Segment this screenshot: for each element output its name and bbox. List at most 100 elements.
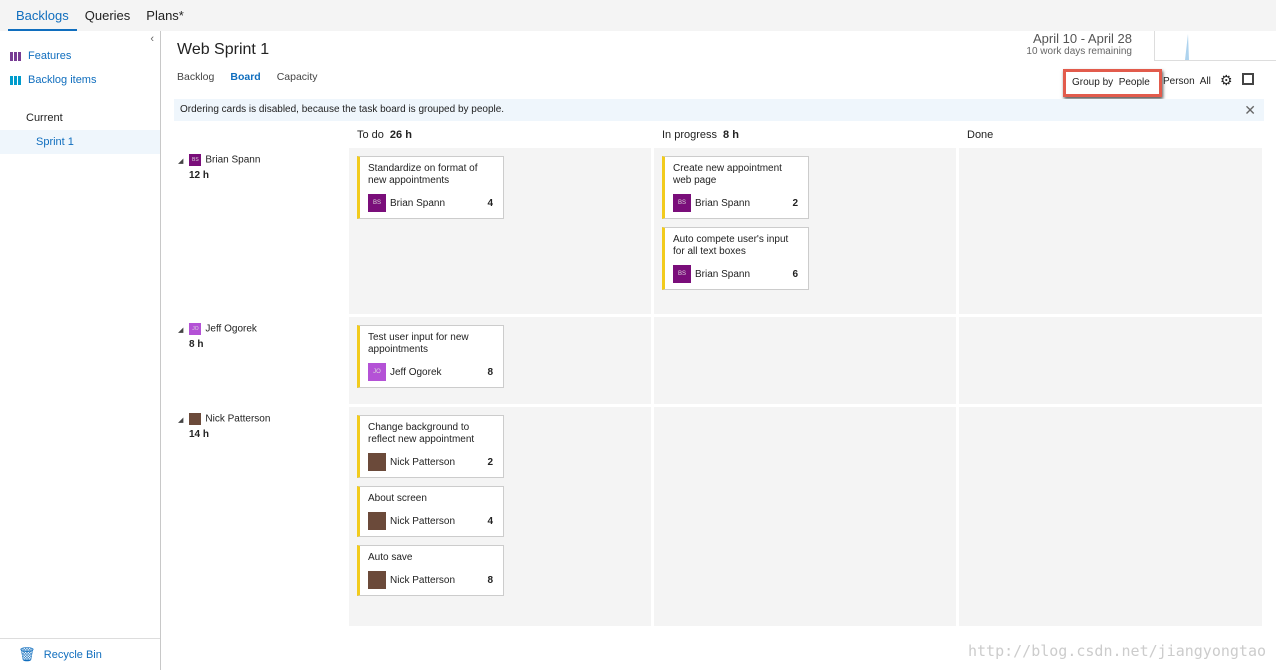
expand-triangle-icon[interactable]: ◢ — [178, 327, 183, 334]
close-icon[interactable]: ✕ — [1244, 99, 1256, 121]
card-owner: Nick Patterson — [390, 515, 456, 527]
days-remaining: 10 work days remaining — [1026, 46, 1132, 57]
sidebar-item-features[interactable]: Features — [0, 44, 160, 68]
card-footer: BS Brian Spann 6 — [673, 265, 800, 283]
group-by-dropdown[interactable]: Group by People — [1063, 69, 1162, 97]
lane-title[interactable]: ◢ Nick Patterson — [178, 413, 270, 425]
card-title: About screen — [368, 493, 427, 504]
avatar — [368, 512, 386, 530]
board-cell: Create new appointment web page BS Brian S… — [654, 148, 956, 314]
card-footer: Nick Patterson 2 — [368, 453, 495, 471]
card-owner: Jeff Ogorek — [390, 366, 442, 378]
card-title: Change background to reflect new appoint… — [368, 422, 475, 445]
task-card[interactable]: Create new appointment web page BS Brian S… — [662, 156, 809, 219]
task-card[interactable]: Change background to reflect new appoint… — [357, 415, 504, 478]
card-owner: Nick Patterson — [390, 574, 456, 586]
person-label: Person — [1163, 76, 1195, 87]
lane-title[interactable]: ◢ JO Jeff Ogorek — [178, 323, 257, 335]
sprint-dates: April 10 - April 28 10 work days remaini… — [1026, 31, 1132, 57]
board-cell — [654, 317, 956, 404]
watermark: http://blog.csdn.net/jiangyongtao — [967, 642, 1266, 660]
column-name: In progress — [662, 129, 718, 141]
sidebar: ‹ Features Backlog items Current Sprint … — [0, 31, 161, 670]
swimlane-header: ◢ JO Jeff Ogorek 8 h — [178, 323, 257, 350]
collapse-chevron-icon[interactable]: ‹ — [150, 33, 154, 45]
group-by-value: People — [1118, 77, 1150, 88]
expand-triangle-icon[interactable]: ◢ — [178, 417, 183, 424]
remaining-work: 8 — [487, 574, 493, 586]
card-title: Standardize on format of new appointment… — [368, 163, 478, 186]
board-cell — [959, 407, 1262, 626]
lane-name: Brian Spann — [205, 154, 261, 166]
column-header: Done — [967, 129, 999, 141]
recycle-bin-icon: 🗑 — [18, 646, 36, 662]
column-header: In progress 8 h — [662, 129, 739, 141]
board-cell: Standardize on format of new appointment… — [349, 148, 651, 314]
avatar: BS — [368, 194, 386, 212]
person-value: All — [1199, 76, 1211, 87]
board-cell: Test user input for new appointments JO Je… — [349, 317, 651, 404]
info-banner: Ordering cards is disabled, because the … — [174, 99, 1264, 121]
card-title: Auto save — [368, 552, 413, 563]
tab-queries[interactable]: Queries — [77, 0, 139, 31]
task-card[interactable]: About screen Nick Patterson 4 — [357, 486, 504, 537]
card-footer: Nick Patterson 4 — [368, 512, 495, 530]
column-name: Done — [967, 129, 994, 141]
column-hours: 26 h — [389, 129, 412, 141]
sidebar-item-label: Backlog items — [28, 74, 97, 86]
board-cell: Change background to reflect new appoint… — [349, 407, 651, 626]
task-card[interactable]: Test user input for new appointments JO Je… — [357, 325, 504, 388]
burndown-thumbnail[interactable] — [1154, 31, 1276, 61]
lane-hours: 14 h — [189, 429, 210, 440]
task-card[interactable]: Standardize on format of new appointment… — [357, 156, 504, 219]
card-footer: BS Brian Spann 2 — [673, 194, 800, 212]
remaining-work: 4 — [487, 515, 493, 527]
swimlane-header: ◢ BS Brian Spann 12 h — [178, 154, 260, 181]
remaining-work: 2 — [487, 456, 493, 468]
sidebar-item-label: Features — [28, 50, 72, 62]
remaining-work: 2 — [792, 197, 798, 209]
tab-plans[interactable]: Plans* — [138, 0, 192, 31]
features-icon — [10, 51, 22, 61]
sidebar-item-sprint-1[interactable]: Sprint 1 — [0, 130, 160, 154]
fullscreen-icon[interactable] — [1242, 73, 1254, 85]
card-footer: JO Jeff Ogorek 8 — [368, 363, 495, 381]
card-owner: Brian Spann — [390, 197, 446, 209]
sidebar-item-backlog-items[interactable]: Backlog items — [0, 68, 160, 92]
expand-triangle-icon[interactable]: ◢ — [178, 158, 183, 165]
board-cell — [959, 317, 1262, 404]
card-owner: Brian Spann — [695, 268, 751, 280]
column-name: To do — [357, 129, 384, 141]
card-footer: Nick Patterson 8 — [368, 571, 495, 589]
avatar: JO — [368, 363, 386, 381]
avatar: BS — [189, 154, 202, 166]
column-header: To do 26 h — [357, 129, 412, 141]
swimlane-header: ◢ Nick Patterson 14 h — [178, 413, 270, 440]
lane-title[interactable]: ◢ BS Brian Spann — [178, 154, 260, 166]
task-card[interactable]: Auto save Nick Patterson 8 — [357, 545, 504, 596]
tab-backlogs[interactable]: Backlogs — [8, 0, 77, 31]
avatar — [368, 571, 386, 589]
tab-capacity[interactable]: Capacity — [277, 71, 318, 83]
group-by-label: Group by — [1072, 77, 1114, 88]
avatar — [368, 453, 386, 471]
card-title: Create new appointment web page — [673, 163, 782, 186]
tab-board[interactable]: Board — [230, 71, 260, 83]
avatar: JO — [189, 323, 202, 335]
avatar: BS — [673, 194, 691, 212]
remaining-work: 6 — [792, 268, 798, 280]
remaining-work: 8 — [487, 366, 493, 378]
lane-hours: 8 h — [189, 339, 204, 350]
gear-icon[interactable]: ⚙ — [1220, 72, 1233, 89]
lane-hours: 12 h — [189, 170, 210, 181]
task-card[interactable]: Auto compete user's input for all text b… — [662, 227, 809, 290]
lane-name: Jeff Ogorek — [205, 323, 257, 335]
person-filter[interactable]: Person All — [1163, 76, 1211, 87]
board-cell — [959, 148, 1262, 314]
board-cell — [654, 407, 956, 626]
card-title: Test user input for new appointments — [368, 332, 469, 355]
avatar: BS — [673, 265, 691, 283]
avatar — [189, 413, 202, 425]
tab-backlog[interactable]: Backlog — [177, 71, 214, 83]
recycle-bin-link[interactable]: 🗑 Recycle Bin — [0, 638, 160, 670]
